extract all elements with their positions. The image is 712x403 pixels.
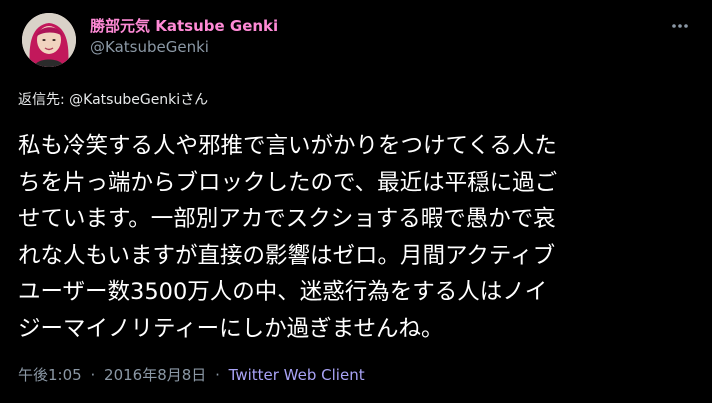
meta-separator: · [215, 366, 220, 384]
more-button[interactable] [666, 14, 694, 42]
tweet-text-line: れな人もいますが直接の影響はゼロ。月間アクティブ [18, 242, 556, 269]
author-names: 勝部元気 Katsube Genki @KatsubeGenki [90, 16, 278, 58]
reply-label: 返信先: [18, 92, 70, 108]
reply-mention-link[interactable]: @KatsubeGenki [69, 92, 180, 108]
meta-separator: · [90, 366, 96, 384]
display-name[interactable]: 勝部元気 Katsube Genki [90, 16, 278, 36]
tweet-text-line: せています。一部別アカでスクショする暇で愚かで哀 [18, 206, 556, 233]
tweet-text-line: ジーマイノリティーにしか過ぎませんね。 [18, 315, 444, 342]
more-horizontal-icon [670, 16, 690, 40]
tweet-date[interactable]: 2016年8月8日 [104, 366, 206, 384]
tweet-source-link[interactable]: Twitter Web Client [229, 366, 365, 384]
tweet-meta: 午後1:05 · 2016年8月8日 · Twitter Web Client [18, 364, 365, 386]
avatar[interactable] [22, 13, 76, 67]
reply-suffix: さん [180, 92, 209, 108]
tweet-text-line: ユーザー数3500万人の中、迷惑行為をする人はノイ [18, 279, 548, 306]
tweet-text: 私も冷笑する人や邪推で言いがかりをつけてくる人た ちを片っ端からブロックしたので… [18, 128, 698, 348]
tweet-text-line: 私も冷笑する人や邪推で言いがかりをつけてくる人た [18, 133, 557, 159]
tweet-header: 勝部元気 Katsube Genki @KatsubeGenki [18, 10, 694, 74]
tweet-text-line: ちを片っ端からブロックしたので、最近は平穏に過ご [18, 169, 558, 196]
tweet: 勝部元気 Katsube Genki @KatsubeGenki 返信先: @K… [0, 0, 712, 403]
author-handle[interactable]: @KatsubeGenki [90, 36, 278, 58]
tweet-time[interactable]: 午後1:05 [18, 366, 82, 384]
reply-to: 返信先: @KatsubeGenkiさん [18, 90, 208, 110]
